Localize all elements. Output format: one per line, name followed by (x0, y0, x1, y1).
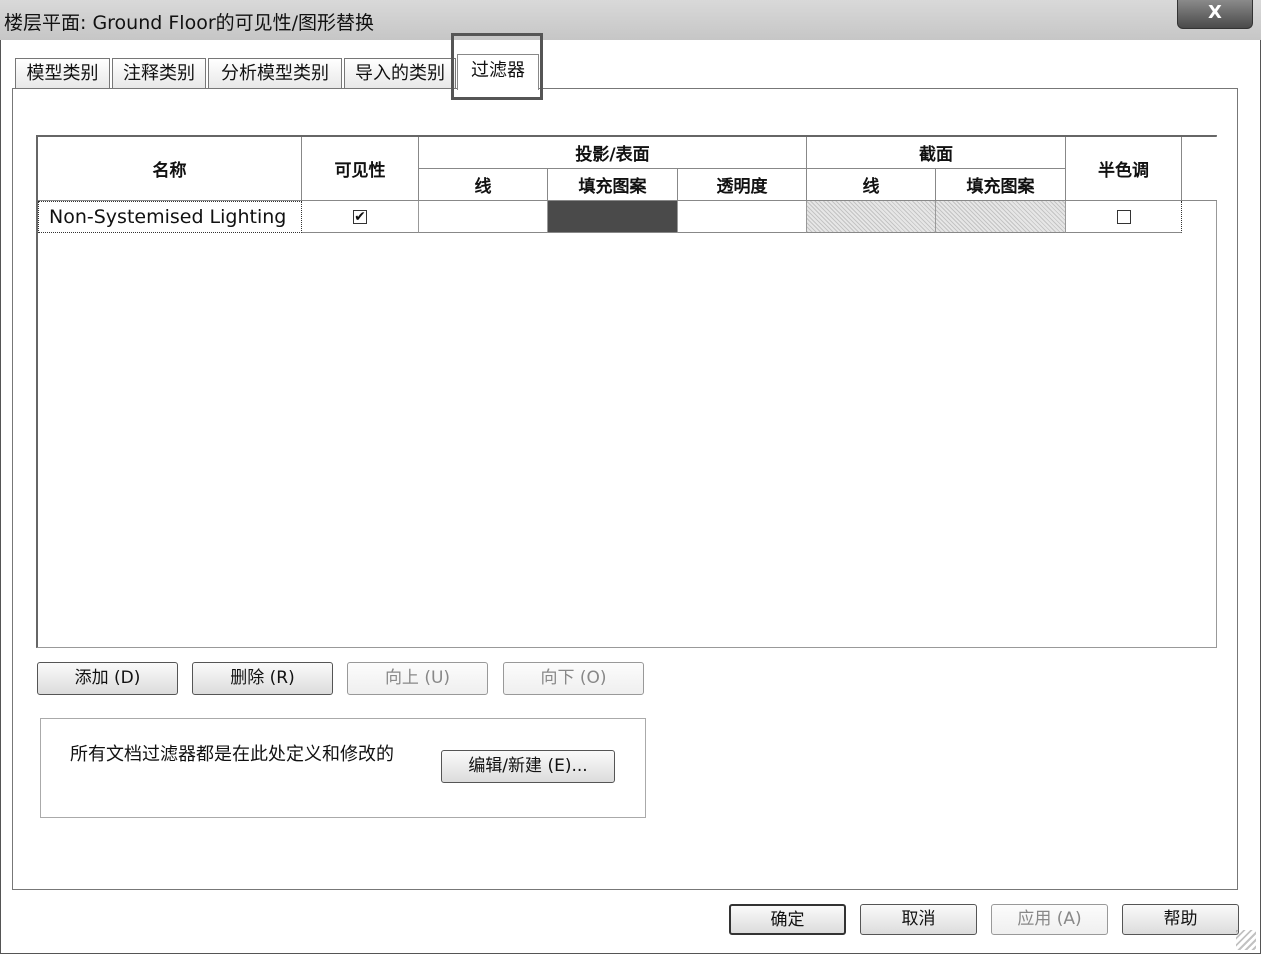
cut-fill-pattern-cell[interactable] (936, 201, 1066, 233)
move-down-button[interactable]: 向下 (O) (503, 662, 644, 695)
header-filler (1182, 137, 1217, 201)
cancel-button[interactable]: 取消 (860, 904, 977, 935)
help-button[interactable]: 帮助 (1122, 904, 1239, 935)
close-button[interactable]: X (1177, 0, 1253, 29)
transparency-cell[interactable] (678, 201, 807, 233)
header-projection-surface: 投影/表面 (419, 137, 807, 169)
header-visibility[interactable]: 可见性 (302, 137, 419, 201)
projection-line-cell[interactable] (419, 201, 548, 233)
table-row-name[interactable]: Non-Systemised Lighting (38, 201, 302, 233)
filter-info-text: 所有文档过滤器都是在此处定义和修改的 (70, 744, 394, 765)
filters-table: 名称 可见性 投影/表面 线 填充图案 透明度 截面 线 填充图案 半色调 No… (36, 135, 1217, 648)
move-up-button[interactable]: 向上 (U) (347, 662, 488, 695)
projection-fill-pattern-cell[interactable] (548, 201, 678, 233)
header-projection-line[interactable]: 线 (419, 169, 548, 201)
header-projection-fill-pattern[interactable]: 填充图案 (548, 169, 678, 201)
resize-grip-icon[interactable] (1236, 930, 1256, 950)
header-cut-line[interactable]: 线 (807, 169, 936, 201)
tab-imported-categories[interactable]: 导入的类别 (344, 58, 456, 88)
visibility-cell: ✔ (302, 201, 419, 233)
halftone-cell (1066, 201, 1182, 233)
window-title: 楼层平面: Ground Floor的可见性/图形替换 (4, 12, 375, 34)
visibility-checkbox[interactable]: ✔ (353, 209, 367, 224)
header-name[interactable]: 名称 (38, 137, 302, 201)
edit-new-button[interactable]: 编辑/新建 (E)... (441, 750, 615, 783)
tab-model-categories[interactable]: 模型类别 (15, 58, 110, 88)
header-halftone[interactable]: 半色调 (1066, 137, 1182, 201)
title-bar: 楼层平面: Ground Floor的可见性/图形替换 X (0, 0, 1261, 40)
add-button[interactable]: 添加 (D) (37, 662, 178, 695)
delete-button[interactable]: 删除 (R) (192, 662, 333, 695)
tab-analytical-model-categories[interactable]: 分析模型类别 (208, 58, 342, 88)
cut-line-cell[interactable] (807, 201, 936, 233)
header-cut-fill-pattern[interactable]: 填充图案 (936, 169, 1066, 201)
apply-button[interactable]: 应用 (A) (991, 904, 1108, 935)
ok-button[interactable]: 确定 (729, 904, 846, 935)
halftone-checkbox[interactable] (1116, 209, 1131, 224)
header-transparency[interactable]: 透明度 (678, 169, 807, 201)
tab-filters[interactable]: 过滤器 (457, 54, 539, 90)
tab-annotation-categories[interactable]: 注释类别 (112, 58, 206, 88)
header-cut: 截面 (807, 137, 1066, 169)
